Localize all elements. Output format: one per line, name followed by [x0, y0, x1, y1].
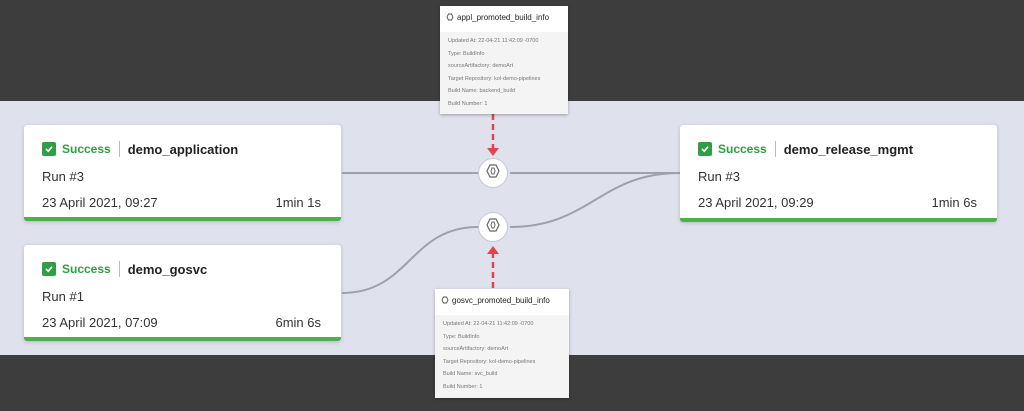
link-gosvc-to-resource	[341, 226, 479, 294]
arrow-upper-head	[487, 148, 499, 156]
pipeline-name[interactable]: demo_gosvc	[128, 262, 207, 277]
info-type: Type: BuildInfo	[448, 50, 485, 57]
run-duration: 1min 1s	[275, 195, 321, 210]
info-build-name: Build Name: backend_build	[448, 88, 515, 94]
success-check-icon	[698, 142, 712, 156]
info-updated-at: Updated At: 22-04-21 11:42:09 -0700	[443, 321, 534, 327]
link-resource2-to-release	[509, 172, 681, 228]
info-type: Type: BuildInfo	[443, 333, 480, 340]
run-duration: 1min 6s	[931, 195, 977, 210]
divider	[118, 141, 120, 157]
info-target-repository: Target Repository: kol-demo-pipelines	[448, 75, 541, 82]
info-build-number: Build Number: 1	[443, 383, 483, 390]
build-info-icon	[441, 296, 449, 304]
arrow-lower-head	[487, 246, 499, 254]
resource-info-popover-appl: appl_promoted_build_info Updated At: 22-…	[440, 6, 568, 114]
info-build-name: Build Name: svc_build	[443, 371, 498, 377]
resource-title: gosvc_promoted_build_info	[452, 295, 550, 305]
status-label: Success	[718, 142, 767, 156]
info-source-artifactory: sourceArtifactory: demoArt	[443, 346, 509, 352]
pipeline-card-demo-gosvc[interactable]: Success demo_gosvc Run #1 23 April 2021,…	[24, 245, 341, 341]
resource-title: appl_promoted_build_info	[457, 12, 550, 22]
resource-node-appl-promoted-build-info[interactable]	[478, 158, 508, 188]
info-target-repository: Target Repository: kol-demo-pipelines	[443, 358, 536, 365]
run-date: 23 April 2021, 07:09	[42, 315, 158, 330]
run-number[interactable]: Run #3	[698, 169, 740, 184]
success-check-icon	[42, 142, 56, 156]
pipeline-name[interactable]: demo_release_mgmt	[784, 142, 913, 157]
success-check-icon	[42, 262, 56, 276]
build-info-icon	[446, 13, 454, 21]
build-info-icon	[484, 162, 502, 185]
run-number[interactable]: Run #3	[42, 169, 84, 184]
info-build-number: Build Number: 1	[448, 100, 488, 107]
pipeline-name[interactable]: demo_application	[128, 142, 239, 157]
run-date: 23 April 2021, 09:29	[698, 195, 814, 210]
pipeline-card-demo-release-mgmt[interactable]: Success demo_release_mgmt Run #3 23 Apri…	[680, 125, 997, 222]
status-label: Success	[62, 142, 111, 156]
run-date: 23 April 2021, 09:27	[42, 195, 158, 210]
info-updated-at: Updated At: 22-04-21 11:42:09 -0700	[448, 38, 539, 44]
run-number[interactable]: Run #1	[42, 289, 84, 304]
pipeline-card-demo-application[interactable]: Success demo_application Run #3 23 April…	[24, 125, 341, 221]
resource-info-popover-gosvc: gosvc_promoted_build_info Updated At: 22…	[435, 289, 569, 398]
divider	[774, 141, 776, 157]
build-info-icon	[484, 216, 502, 239]
status-label: Success	[62, 262, 111, 276]
resource-node-gosvc-promoted-build-info[interactable]	[478, 212, 508, 242]
info-source-artifactory: sourceArtifactory: demoArt	[448, 63, 514, 69]
divider	[118, 261, 120, 277]
run-duration: 6min 6s	[275, 315, 321, 330]
